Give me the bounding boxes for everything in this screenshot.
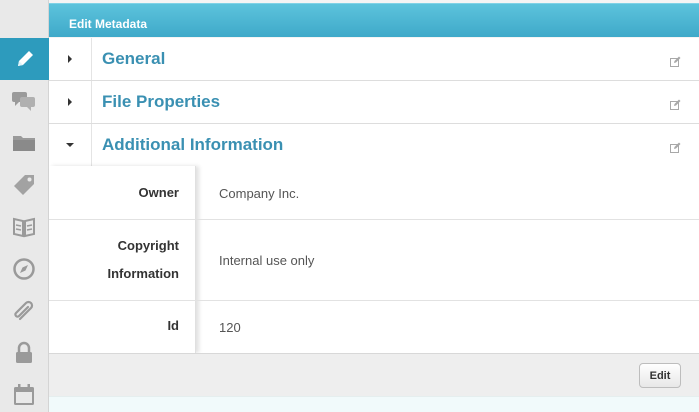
lock-icon (13, 341, 35, 365)
bottom-strip (49, 396, 699, 412)
copyright-key: Copyright Information (108, 232, 180, 288)
edit-button[interactable]: Edit (639, 363, 681, 388)
rail-item-folder[interactable] (0, 122, 48, 164)
metadata-details: Owner Company Inc. Copyright Information… (49, 166, 699, 353)
table-row: Owner Company Inc. (49, 166, 699, 220)
caret-right-icon (66, 50, 74, 68)
paperclip-icon (12, 299, 36, 323)
section-additional-information-toggle[interactable] (49, 124, 92, 166)
section-additional-information-label[interactable]: Additional Information (102, 135, 283, 155)
section-general[interactable]: General (49, 38, 699, 81)
owner-key: Owner (138, 185, 179, 200)
section-general-label[interactable]: General (102, 49, 165, 69)
panel-title: Edit Metadata (69, 17, 148, 31)
caret-down-icon (66, 136, 74, 154)
owner-value: Company Inc. (219, 186, 300, 201)
table-row: Id 120 (49, 301, 699, 353)
icon-rail (0, 0, 59, 412)
rail-item-book[interactable] (0, 206, 48, 248)
panel-header: Edit Metadata (49, 3, 699, 37)
book-icon (12, 216, 36, 238)
rail-item-lock[interactable] (0, 332, 48, 374)
rail-item-edit[interactable] (0, 38, 59, 80)
section-file-properties-toggle[interactable] (49, 81, 92, 123)
caret-right-icon (66, 93, 74, 111)
rail-item-compass[interactable] (0, 248, 48, 290)
copyright-key-line2: Information (107, 266, 180, 281)
rail-item-comments[interactable] (0, 80, 48, 122)
copyright-value: Internal use only (219, 253, 315, 268)
compass-icon (12, 257, 36, 281)
comments-icon (11, 90, 37, 112)
tag-icon (12, 173, 36, 197)
calendar-icon (12, 383, 36, 407)
edit-section-icon[interactable] (670, 140, 681, 158)
section-general-toggle[interactable] (49, 38, 92, 80)
section-file-properties-label[interactable]: File Properties (102, 92, 220, 112)
rail-item-tags[interactable] (0, 164, 48, 206)
panel-footer: Edit (49, 353, 699, 397)
edit-section-icon[interactable] (670, 97, 681, 115)
id-value: 120 (219, 320, 241, 335)
pencil-icon (14, 48, 36, 70)
section-additional-information[interactable]: Additional Information (49, 124, 699, 167)
edit-metadata-panel: Edit Metadata General File Properties Ad… (0, 0, 699, 412)
section-file-properties[interactable]: File Properties (49, 81, 699, 124)
rail-item-attachments[interactable] (0, 290, 48, 332)
id-key: Id (167, 318, 179, 333)
edit-section-icon[interactable] (670, 54, 681, 72)
copyright-key-line1: Copyright (117, 238, 179, 253)
folder-icon (12, 133, 36, 153)
table-row: Copyright Information Internal use only (49, 220, 699, 301)
rail-item-calendar[interactable] (0, 374, 48, 412)
